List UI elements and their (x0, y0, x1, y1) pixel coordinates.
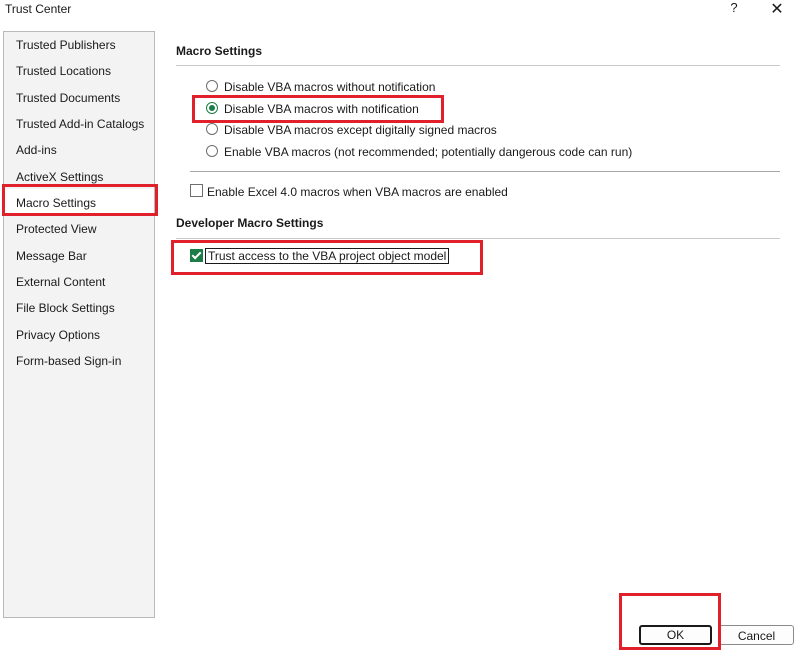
title-bar: Trust Center ? ✕ (0, 0, 800, 22)
help-icon[interactable]: ? (727, 0, 741, 18)
radio-enable-vba-macros[interactable] (206, 145, 218, 157)
sidebar-item-privacy-options[interactable]: Privacy Options (16, 325, 100, 345)
sidebar-item-external-content[interactable]: External Content (16, 272, 105, 292)
ok-button-highlight (619, 593, 721, 650)
sidebar-item-add-ins[interactable]: Add-ins (16, 140, 57, 160)
option-with-notification-highlight (192, 95, 444, 123)
radio-disable-except-signed[interactable] (206, 123, 218, 135)
cancel-button[interactable]: Cancel (719, 625, 794, 645)
sidebar-item-protected-view[interactable]: Protected View (16, 219, 97, 239)
sidebar-item-trusted-add-in-catalogs[interactable]: Trusted Add-in Catalogs (16, 114, 144, 134)
developer-macro-settings-heading: Developer Macro Settings (176, 216, 324, 230)
macro-settings-divider (176, 65, 780, 66)
sidebar-item-file-block-settings[interactable]: File Block Settings (16, 298, 115, 318)
option-label-disable-without-notification[interactable]: Disable VBA macros without notification (224, 80, 435, 94)
close-icon[interactable]: ✕ (768, 0, 786, 18)
sidebar-macro-settings-highlight (2, 184, 158, 216)
macro-settings-heading: Macro Settings (176, 44, 263, 58)
sidebar-item-trusted-publishers[interactable]: Trusted Publishers (16, 35, 116, 55)
trust-vba-highlight (171, 240, 483, 275)
excel4-macros-label[interactable]: Enable Excel 4.0 macros when VBA macros … (207, 185, 508, 199)
excel4-macros-checkbox[interactable] (190, 184, 203, 197)
sidebar-item-form-based-sign-in[interactable]: Form-based Sign-in (16, 351, 121, 371)
sidebar: Trusted Publishers Trusted Locations Tru… (3, 31, 155, 618)
sidebar-item-message-bar[interactable]: Message Bar (16, 246, 87, 266)
excel4-divider (190, 171, 780, 172)
option-label-disable-except-signed[interactable]: Disable VBA macros except digitally sign… (224, 123, 497, 137)
sidebar-item-trusted-locations[interactable]: Trusted Locations (16, 61, 111, 81)
window-title: Trust Center (5, 2, 72, 16)
developer-settings-divider (176, 238, 780, 239)
sidebar-item-trusted-documents[interactable]: Trusted Documents (16, 88, 120, 108)
radio-disable-without-notification[interactable] (206, 80, 218, 92)
option-label-enable-vba-macros[interactable]: Enable VBA macros (not recommended; pote… (224, 145, 632, 159)
